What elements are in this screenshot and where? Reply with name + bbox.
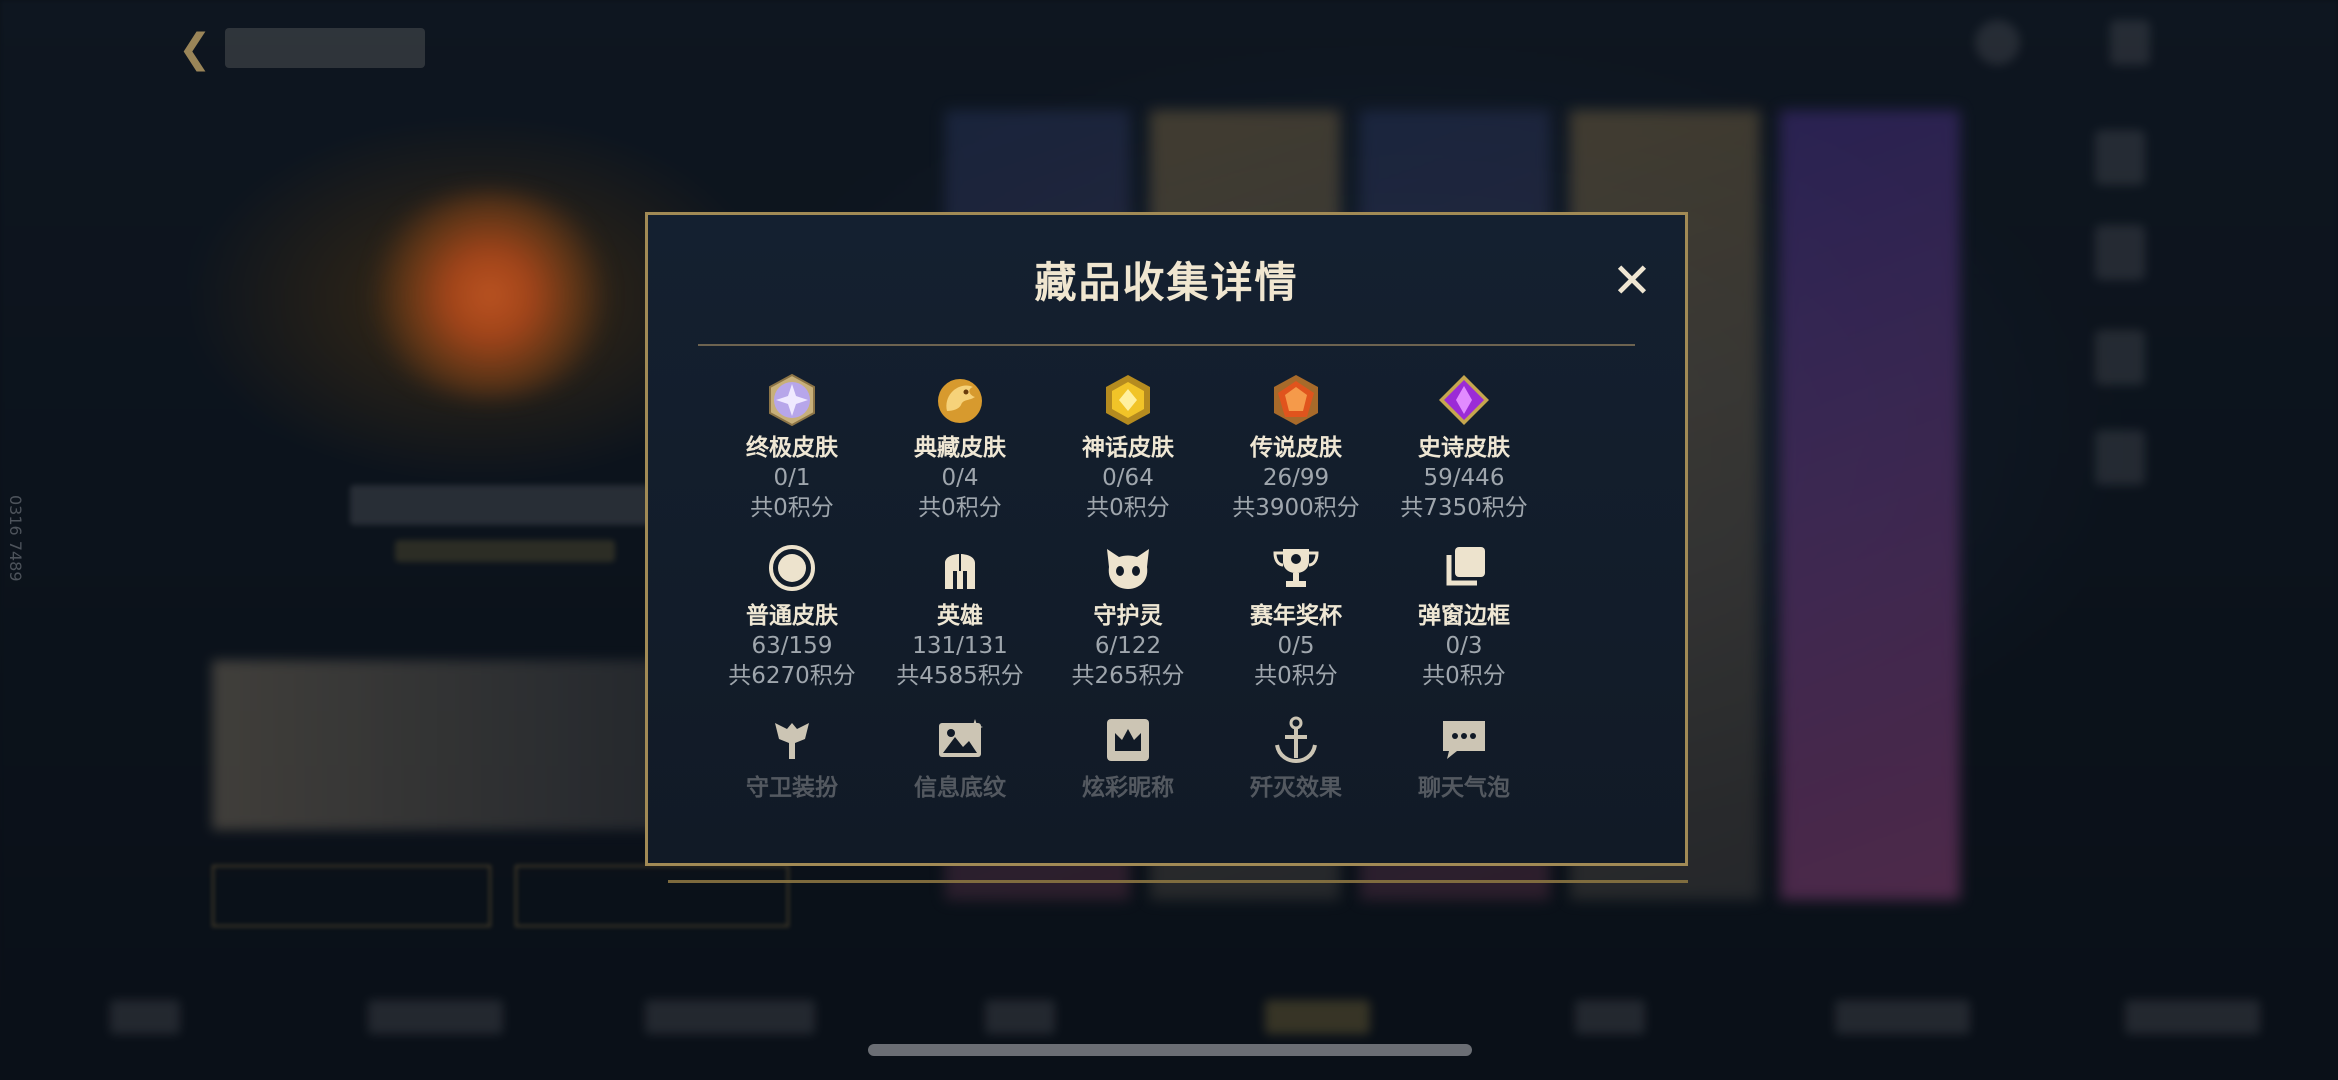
item-count: 59/446 xyxy=(1423,465,1505,491)
collection-item-info-pattern[interactable]: 信息底纹 xyxy=(876,713,1044,803)
item-name: 弹窗边框 xyxy=(1418,603,1510,629)
item-count: 63/159 xyxy=(751,633,833,659)
collection-item-ultimate[interactable]: 终极皮肤 0/1 共0积分 xyxy=(708,373,876,523)
close-button[interactable]: ✕ xyxy=(1608,257,1656,305)
back-chevron-icon: ❮ xyxy=(178,26,212,72)
chat-bubble-icon xyxy=(1443,721,1485,759)
item-points: 共4585积分 xyxy=(896,663,1024,689)
side-nav-icon xyxy=(2095,430,2145,485)
collection-item-annihilation[interactable]: 歼灭效果 xyxy=(1212,713,1380,803)
profile-emblem-blurred xyxy=(360,190,620,400)
close-icon: ✕ xyxy=(1611,253,1653,309)
bottom-tab-blurred xyxy=(1575,1000,1645,1034)
top-right-icon xyxy=(1975,20,2020,65)
guardian-spirit-icon xyxy=(1107,549,1149,589)
item-name: 传说皮肤 xyxy=(1250,435,1342,461)
item-name: 赛年奖杯 xyxy=(1250,603,1342,629)
item-name: 歼灭效果 xyxy=(1250,775,1342,801)
home-indicator[interactable] xyxy=(868,1044,1472,1056)
guardian-outfit-icon xyxy=(775,723,809,759)
item-name: 守护灵 xyxy=(1093,603,1163,629)
bottom-tab-blurred xyxy=(368,1000,503,1034)
colorful-nickname-icon xyxy=(1107,719,1149,761)
item-points: 共0积分 xyxy=(1086,495,1170,521)
item-name: 史诗皮肤 xyxy=(1418,435,1510,461)
bottom-tab-blurred xyxy=(110,1000,180,1034)
collection-item-legendary[interactable]: 传说皮肤 26/99 共3900积分 xyxy=(1212,373,1380,523)
season-trophy-icon xyxy=(1273,549,1319,587)
annihilation-effect-icon xyxy=(1275,716,1317,764)
item-name: 典藏皮肤 xyxy=(914,435,1006,461)
collection-item-mythic[interactable]: 神话皮肤 0/64 共0积分 xyxy=(1044,373,1212,523)
bottom-tab-blurred xyxy=(645,1000,815,1034)
mythic-skin-gem-icon xyxy=(1106,375,1150,425)
epic-skin-gem-icon xyxy=(1439,375,1489,425)
background-tile xyxy=(1780,110,1960,900)
top-right-icon xyxy=(2110,20,2150,65)
collection-item-guardian-outfit[interactable]: 守卫装扮 xyxy=(708,713,876,803)
side-id-text: 0316 7489 xyxy=(6,495,25,582)
item-count: 0/3 xyxy=(1445,633,1483,659)
title-divider xyxy=(698,344,1635,346)
item-points: 共0积分 xyxy=(1422,663,1506,689)
collection-item-frame[interactable]: 弹窗边框 0/3 共0积分 xyxy=(1380,541,1548,691)
item-points: 共0积分 xyxy=(750,495,834,521)
item-count: 0/5 xyxy=(1277,633,1315,659)
item-name: 神话皮肤 xyxy=(1082,435,1174,461)
item-name: 信息底纹 xyxy=(914,775,1006,801)
collection-item-nickname[interactable]: 炫彩昵称 xyxy=(1044,713,1212,803)
ultimate-skin-gem-icon xyxy=(769,373,815,427)
collection-item-normal[interactable]: 普通皮肤 63/159 共6270积分 xyxy=(708,541,876,691)
modal-bottom-edge xyxy=(668,870,1688,883)
player-subtitle-blurred xyxy=(395,540,615,562)
item-points: 共265积分 xyxy=(1071,663,1185,689)
collection-item-epic[interactable]: 史诗皮肤 59/446 共7350积分 xyxy=(1380,373,1548,523)
collection-details-modal: 藏品收集详情 ✕ 终极皮肤 0/1 共0积分 典藏皮肤 0/4 共0积分 神话皮… xyxy=(645,212,1688,866)
featured-card-blurred xyxy=(212,660,662,830)
item-points: 共3900积分 xyxy=(1232,495,1360,521)
player-name-blurred xyxy=(350,485,650,525)
item-count: 6/122 xyxy=(1094,633,1162,659)
side-nav-icon xyxy=(2095,225,2145,280)
side-nav-icon xyxy=(2095,130,2145,185)
modal-title: 藏品收集详情 xyxy=(1034,258,1299,307)
bottom-tab-blurred xyxy=(1265,1000,1370,1034)
item-count: 131/131 xyxy=(912,633,1008,659)
hero-helmet-icon xyxy=(945,553,975,589)
item-count: 0/64 xyxy=(1102,465,1154,491)
item-points: 共7350积分 xyxy=(1400,495,1528,521)
item-points: 共0积分 xyxy=(918,495,1002,521)
normal-skin-circle-icon xyxy=(769,545,815,591)
collection-item-hero[interactable]: 英雄 131/131 共4585积分 xyxy=(876,541,1044,691)
item-count: 0/4 xyxy=(941,465,979,491)
background-button-left xyxy=(212,865,491,927)
collection-item-guardian[interactable]: 守护灵 6/122 共265积分 xyxy=(1044,541,1212,691)
collection-item-chat-bubble[interactable]: 聊天气泡 xyxy=(1380,713,1548,803)
item-points: 共0积分 xyxy=(1254,663,1338,689)
side-nav-icon xyxy=(2095,330,2145,385)
item-count: 26/99 xyxy=(1262,465,1330,491)
item-name: 聊天气泡 xyxy=(1418,775,1510,801)
item-name: 英雄 xyxy=(937,603,983,629)
legendary-skin-gem-icon xyxy=(1274,375,1318,425)
item-name: 炫彩昵称 xyxy=(1082,775,1174,801)
popup-frame-icon xyxy=(1446,547,1485,586)
collector-skin-dragon-icon xyxy=(938,379,982,423)
page-title-blurred xyxy=(225,28,425,68)
item-name: 普通皮肤 xyxy=(746,603,838,629)
bottom-tab-blurred xyxy=(2125,1000,2260,1034)
item-name: 终极皮肤 xyxy=(746,435,838,461)
bottom-tab-blurred xyxy=(1835,1000,1970,1034)
collection-item-collector[interactable]: 典藏皮肤 0/4 共0积分 xyxy=(876,373,1044,523)
bottom-tab-blurred xyxy=(985,1000,1055,1034)
info-pattern-icon xyxy=(939,719,983,757)
item-name: 守卫装扮 xyxy=(746,775,838,801)
collection-item-trophy[interactable]: 赛年奖杯 0/5 共0积分 xyxy=(1212,541,1380,691)
item-count: 0/1 xyxy=(773,465,811,491)
item-points: 共6270积分 xyxy=(728,663,856,689)
